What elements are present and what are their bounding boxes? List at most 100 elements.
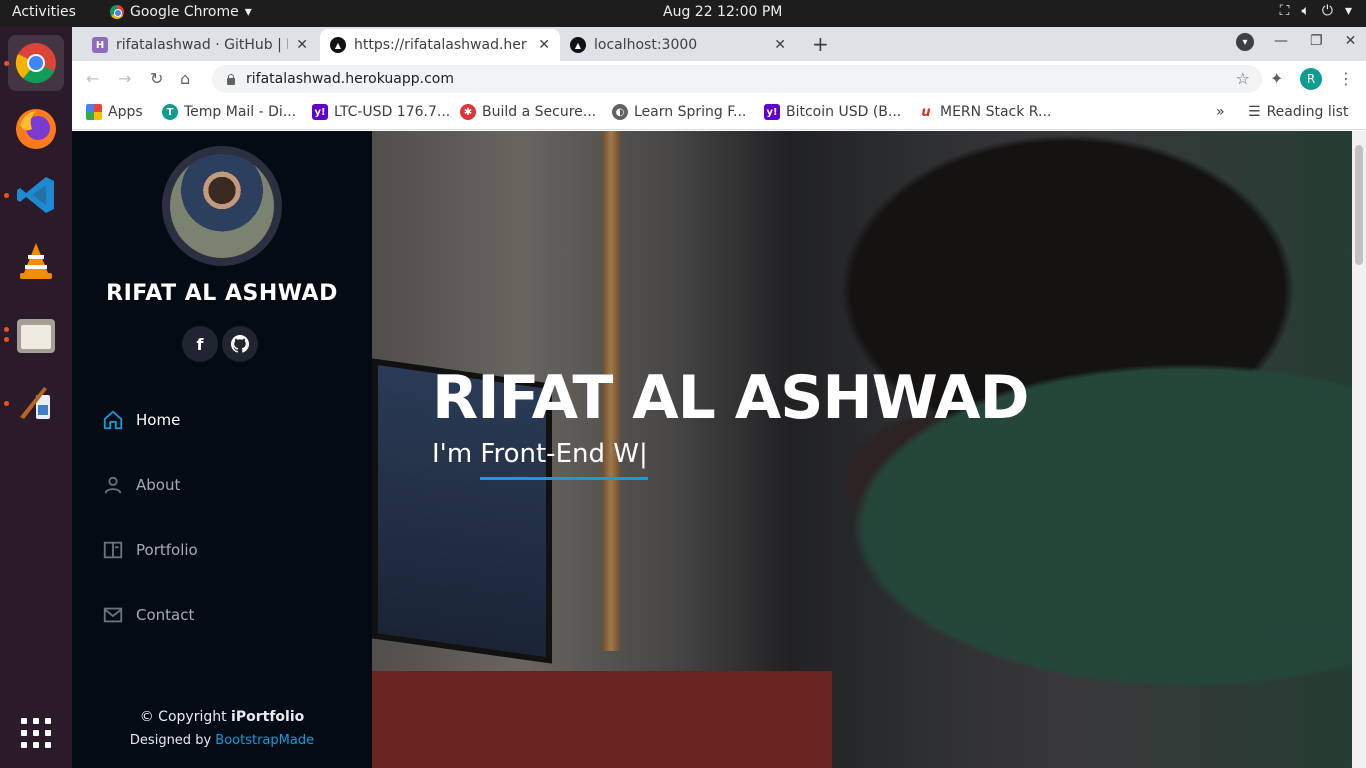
tab-strip: H rifatalashwad · GitHub | H ✕ ▲ https:/…	[72, 27, 1366, 61]
temp-mail-icon: T	[162, 104, 178, 120]
hero-background-desk	[372, 671, 832, 768]
nav-contact[interactable]: Contact	[102, 604, 194, 626]
address-bar[interactable]: rifatalashwad.herokuapp.com ☆	[212, 65, 1262, 93]
bookmark-learn-spring[interactable]: ◐ Learn Spring F...	[612, 104, 746, 120]
system-tray[interactable]: ⛶ 🔈︎ ⏻ ▾	[1280, 3, 1352, 19]
nav-about[interactable]: About	[102, 474, 180, 496]
reading-list-icon: ☰	[1248, 104, 1261, 120]
close-icon[interactable]: ✕	[538, 37, 550, 53]
clock[interactable]: Aug 22 12:00 PM	[663, 4, 782, 20]
lock-icon	[226, 73, 236, 85]
site-footer: © Copyright iPortfolio Designed by Boots…	[72, 709, 372, 748]
nav-portfolio[interactable]: Portfolio	[102, 539, 198, 561]
dock-vlc[interactable]	[8, 233, 64, 289]
back-icon[interactable]: ←	[86, 69, 99, 88]
network-icon: ⛶	[1279, 3, 1290, 19]
vercel-icon: ▲	[570, 37, 586, 53]
hero-prefix: I'm	[432, 439, 481, 469]
github-link[interactable]	[222, 326, 258, 362]
bootstrapmade-link[interactable]: BootstrapMade	[215, 733, 314, 748]
tab-title: https://rifatalashwad.her	[354, 37, 527, 53]
dock-files[interactable]	[8, 307, 64, 363]
bookmark-label: Apps	[108, 104, 143, 120]
github-icon	[231, 335, 249, 353]
menu-kebab-icon[interactable]: ⋮	[1338, 69, 1354, 88]
app-menu-label: Google Chrome	[130, 4, 239, 20]
bookmark-label: LTC-USD 176.7...	[334, 104, 451, 120]
site-sidebar: RIFAT AL ASHWAD f Home About Portfolio C…	[72, 131, 372, 768]
apps-grid-icon	[86, 104, 102, 120]
nav-label: Home	[136, 411, 181, 429]
folder-icon	[17, 319, 55, 353]
close-window-icon[interactable]: ✕	[1345, 33, 1357, 51]
nav-label: Portfolio	[136, 541, 198, 559]
tab-localhost[interactable]: ▲ localhost:3000 ✕	[560, 29, 796, 61]
hero-title: RIFAT AL ASHWAD	[432, 363, 1029, 433]
udemy-icon: u	[918, 104, 934, 120]
social-links: f	[182, 326, 258, 362]
heroku-icon: H	[92, 37, 108, 53]
chrome-icon	[15, 43, 56, 84]
url-text: rifatalashwad.herokuapp.com	[246, 71, 454, 87]
tab-heroku-site[interactable]: ▲ https://rifatalashwad.her ✕	[320, 29, 560, 61]
volume-icon: 🔈︎	[1301, 3, 1310, 19]
chevron-down-icon: ▾	[244, 4, 252, 20]
copyright: © Copyright iPortfolio	[72, 709, 372, 725]
browser-toolbar: ← → ↻ ⌂ rifatalashwad.herokuapp.com ☆ ✦ …	[72, 61, 1366, 97]
typed-text: Front-End W|	[480, 439, 648, 480]
dock-chrome[interactable]	[8, 35, 64, 91]
extensions-icon[interactable]: ✦	[1270, 69, 1283, 88]
maximize-icon[interactable]: ❐	[1310, 33, 1323, 51]
copyright-text: © Copyright	[139, 709, 232, 725]
reading-list-button[interactable]: ☰ Reading list	[1248, 104, 1348, 120]
home-icon[interactable]: ⌂	[180, 69, 190, 88]
dock-vscode[interactable]	[8, 167, 64, 223]
firefox-icon	[16, 109, 56, 149]
dock-firefox[interactable]	[8, 101, 64, 157]
dock-paint-app[interactable]	[8, 373, 64, 429]
bookmark-label: Temp Mail - Di...	[184, 104, 297, 120]
window-controls: ▾ — ❐ ✕	[1236, 33, 1356, 51]
hero-subtitle: I'm Front-End W|	[432, 439, 648, 480]
bookmark-label: MERN Stack R...	[940, 104, 1052, 120]
reload-icon[interactable]: ↻	[150, 69, 163, 88]
hero-section: RIFAT AL ASHWAD I'm Front-End W|	[372, 131, 1366, 768]
tab-title: localhost:3000	[594, 37, 698, 53]
os-top-bar: Activities Google Chrome ▾ Aug 22 12:00 …	[0, 0, 1366, 27]
profile-avatar[interactable]: R	[1300, 68, 1322, 90]
more-bookmarks-button[interactable]: »	[1216, 104, 1225, 120]
bookmark-bitcoin[interactable]: y! Bitcoin USD (B...	[764, 104, 901, 120]
new-tab-button[interactable]: +	[812, 32, 829, 56]
profile-photo	[162, 146, 282, 266]
close-icon[interactable]: ✕	[774, 37, 786, 53]
tab-search-icon[interactable]: ▾	[1236, 33, 1254, 51]
bookmark-temp-mail[interactable]: T Temp Mail - Di...	[162, 104, 296, 120]
close-icon[interactable]: ✕	[296, 37, 308, 53]
bookmark-ltc[interactable]: y! LTC-USD 176.7...	[312, 104, 450, 120]
book-icon	[102, 539, 124, 561]
asterisk-icon: ✱	[460, 104, 476, 120]
globe-icon: ◐	[612, 104, 628, 120]
forward-icon[interactable]: →	[118, 69, 131, 88]
bookmark-mern[interactable]: u MERN Stack R...	[918, 104, 1051, 120]
show-applications-button[interactable]	[8, 705, 64, 761]
bookmark-star-icon[interactable]: ☆	[1236, 69, 1250, 88]
chrome-window: H rifatalashwad · GitHub | H ✕ ▲ https:/…	[72, 27, 1366, 768]
nav-home[interactable]: Home	[102, 409, 180, 431]
dock	[0, 27, 72, 768]
bookmark-build-secure[interactable]: ✱ Build a Secure...	[460, 104, 596, 120]
scrollbar-thumb[interactable]	[1355, 145, 1363, 265]
nav-label: About	[136, 476, 181, 494]
facebook-link[interactable]: f	[182, 326, 218, 362]
activities-button[interactable]: Activities	[12, 4, 76, 20]
page-scrollbar[interactable]	[1352, 131, 1366, 768]
app-menu[interactable]: Google Chrome ▾	[110, 4, 252, 20]
yahoo-icon: y!	[764, 104, 780, 120]
minimize-icon[interactable]: —	[1274, 33, 1288, 51]
bookmark-label: Learn Spring F...	[634, 104, 747, 120]
credits-text: Designed by	[129, 733, 216, 748]
tab-github[interactable]: H rifatalashwad · GitHub | H ✕	[82, 29, 318, 61]
person-icon	[102, 474, 124, 496]
bookmark-apps[interactable]: Apps	[86, 104, 143, 120]
reading-list-label: Reading list	[1266, 104, 1349, 120]
